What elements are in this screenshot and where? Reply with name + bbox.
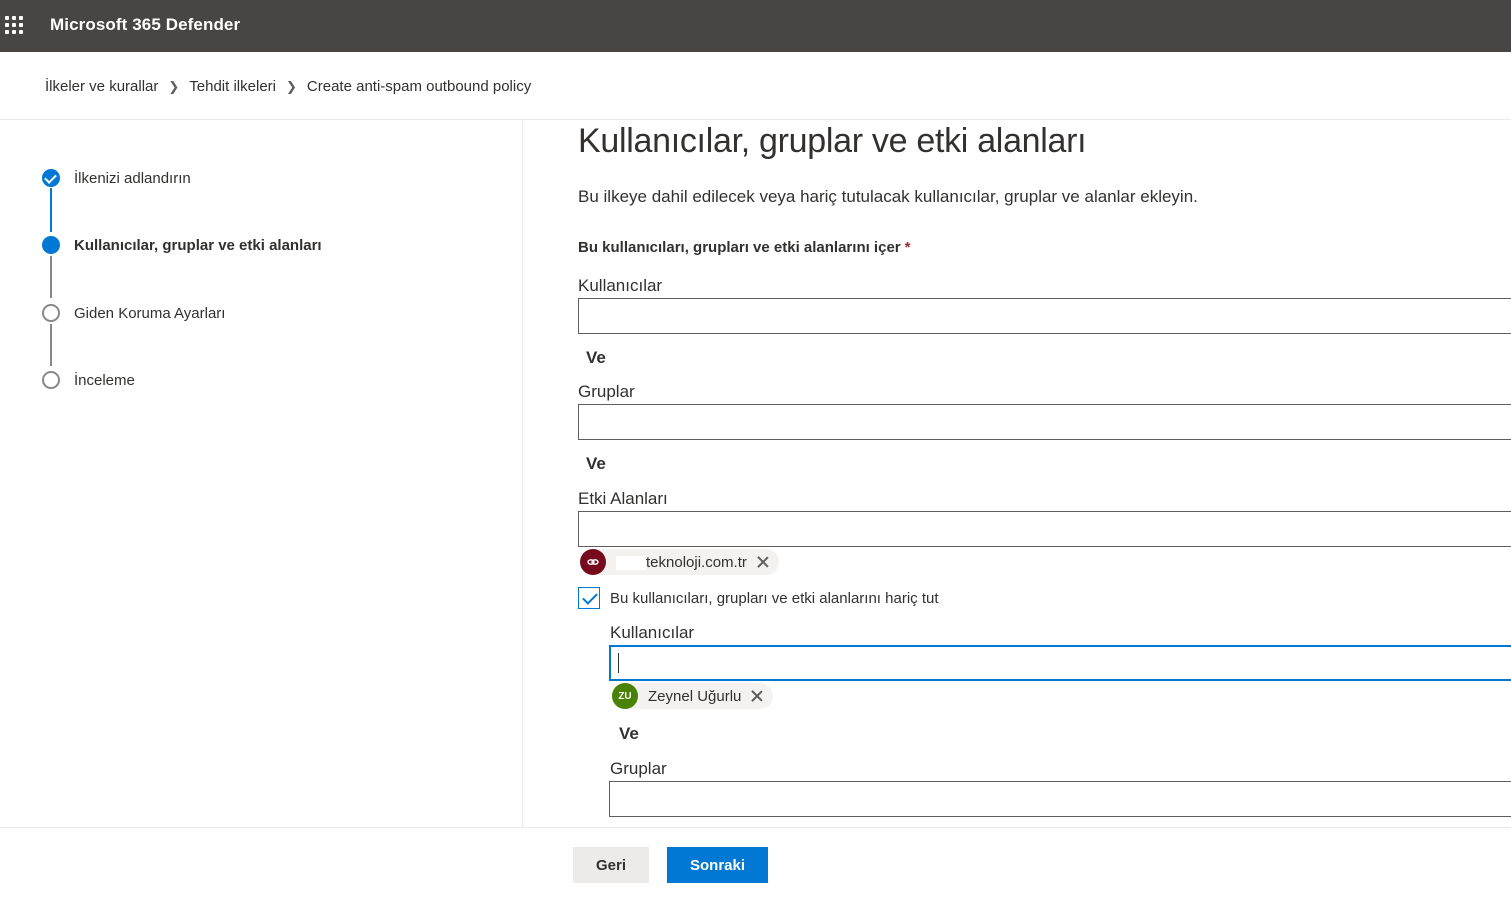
exclude-users-field[interactable]: [609, 645, 1511, 681]
page-title: Kullanıcılar, gruplar ve etki alanları: [578, 122, 1087, 160]
include-domains-label: Etki Alanları: [578, 489, 668, 508]
include-groups-input[interactable]: [579, 405, 1511, 439]
breadcrumb-item-policies-rules[interactable]: İlkeler ve kurallar: [45, 78, 158, 95]
empty-circle-icon: [42, 304, 60, 322]
exclude-groups-field[interactable]: [609, 781, 1511, 817]
step-connector: [50, 188, 52, 232]
exclude-checkbox-label[interactable]: Bu kullanıcıları, grupları ve etki alanl…: [610, 590, 939, 607]
link-icon: [580, 549, 606, 575]
text-caret: [618, 653, 619, 673]
breadcrumb-item-current: Create anti-spam outbound policy: [306, 78, 532, 95]
app-title[interactable]: Microsoft 365 Defender: [50, 15, 240, 35]
exclude-checkbox-row[interactable]: Bu kullanıcıları, grupları ve etki alanl…: [578, 587, 939, 609]
and-label: Ve: [586, 348, 606, 367]
include-domains-field[interactable]: [578, 511, 1511, 547]
main-content: Kullanıcılar, gruplar ve etki alanları B…: [524, 120, 1511, 827]
include-groups-label: Gruplar: [578, 382, 635, 401]
remove-user-close-icon[interactable]: [751, 690, 763, 702]
remove-domain-close-icon[interactable]: [757, 556, 769, 568]
wizard-steps-panel: İlkenizi adlandırın Kullanıcılar, grupla…: [0, 120, 523, 827]
include-groups-field[interactable]: [578, 404, 1511, 440]
include-users-label: Kullanıcılar: [578, 276, 663, 295]
and-label: Ve: [619, 724, 639, 743]
domain-pill-text: teknoloji.com.tr: [616, 554, 747, 571]
breadcrumb: İlkeler ve kurallar ❯ Tehdit ilkeleri ❯ …: [45, 78, 531, 95]
empty-circle-icon: [42, 371, 60, 389]
exclude-checkbox[interactable]: [578, 587, 600, 609]
waffle-icon[interactable]: [5, 16, 23, 34]
exclude-groups-label: Gruplar: [610, 759, 667, 778]
user-pill: ZU Zeynel Uğurlu: [612, 683, 774, 709]
current-step-dot-icon: [42, 236, 60, 254]
next-button[interactable]: Sonraki: [667, 847, 768, 883]
wizard-step-label: İnceleme: [74, 371, 135, 389]
exclude-users-input[interactable]: [611, 647, 1511, 679]
include-section-label: Bu kullanıcıları, grupları ve etki alanl…: [578, 239, 910, 256]
breadcrumb-item-threat-policies[interactable]: Tehdit ilkeleri: [189, 78, 276, 95]
include-label-text: Bu kullanıcıları, grupları ve etki alanl…: [578, 239, 901, 256]
chevron-right-icon: ❯: [168, 78, 180, 94]
wizard-step-label: Kullanıcılar, gruplar ve etki alanları: [74, 236, 322, 254]
chevron-right-icon: ❯: [286, 78, 297, 94]
include-users-input[interactable]: [579, 299, 1511, 333]
include-domains-input[interactable]: [579, 512, 1511, 546]
include-users-field[interactable]: [578, 298, 1511, 334]
back-button[interactable]: Geri: [573, 847, 649, 883]
checkmark-circle-icon: [42, 169, 60, 187]
domain-pill-value: teknoloji.com.tr: [646, 553, 747, 571]
page-description: Bu ilkeye dahil edilecek veya hariç tutu…: [578, 187, 1198, 206]
user-pill-text: Zeynel Uğurlu: [648, 687, 742, 705]
top-bar: Microsoft 365 Defender: [0, 0, 1511, 52]
wizard-step-label: Giden Koruma Ayarları: [74, 304, 226, 322]
required-marker: *: [904, 239, 911, 256]
wizard-step-name-policy[interactable]: İlkenizi adlandırın: [42, 169, 191, 187]
step-connector: [50, 324, 52, 366]
wizard-step-outbound-protection[interactable]: Giden Koruma Ayarları: [42, 304, 225, 322]
wizard-step-label: İlkenizi adlandırın: [74, 169, 191, 187]
and-label: Ve: [586, 454, 606, 473]
wizard-step-users-groups-domains[interactable]: Kullanıcılar, gruplar ve etki alanları: [42, 236, 322, 254]
user-avatar: ZU: [612, 683, 638, 709]
domain-pill: teknoloji.com.tr: [580, 549, 779, 575]
exclude-groups-input[interactable]: [610, 782, 1511, 816]
wizard-step-review[interactable]: İnceleme: [42, 371, 135, 389]
step-connector: [50, 256, 52, 298]
footer-divider: [0, 827, 1511, 828]
exclude-users-label: Kullanıcılar: [610, 623, 695, 642]
